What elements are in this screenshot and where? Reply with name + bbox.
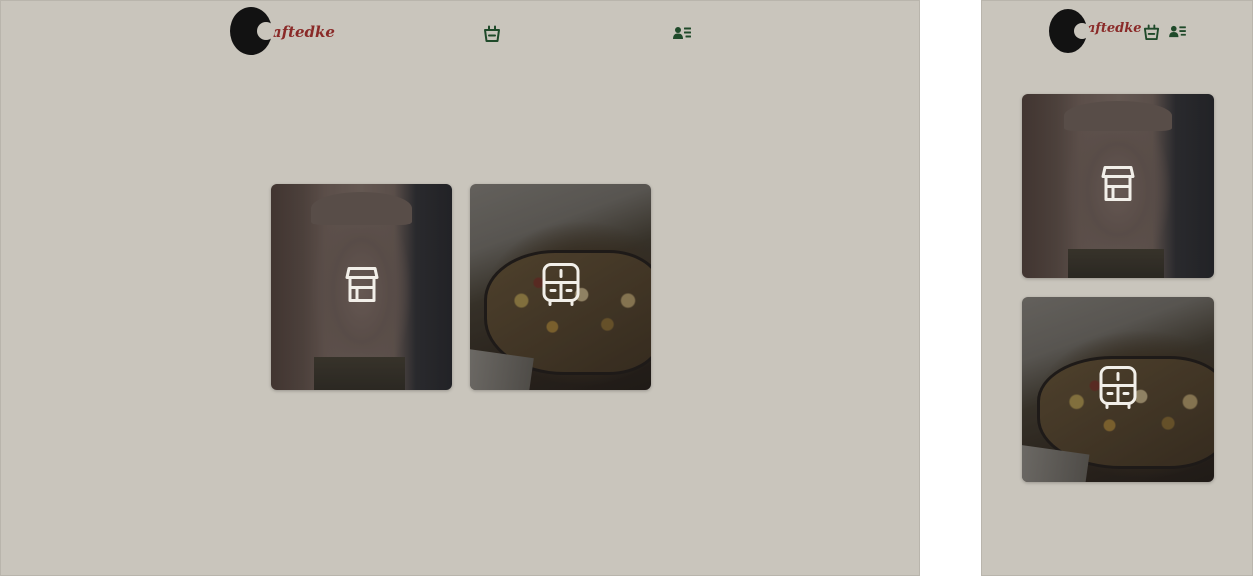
screenshot-stage: raftedke raftedke <box>0 0 1253 576</box>
mobile-category-card-clothing[interactable] <box>1022 94 1214 278</box>
category-card-clothing[interactable] <box>271 184 452 390</box>
storefront-icon <box>345 267 379 308</box>
mobile-logo-mark <box>1049 9 1090 53</box>
mobile-category-card-accessories[interactable] <box>1022 297 1214 482</box>
category-card-accessories[interactable] <box>470 184 651 390</box>
cabinet-icon <box>541 263 581 312</box>
mobile-viewport: raftedke <box>981 0 1253 576</box>
mobile-brand-logo[interactable]: raftedke <box>1049 9 1142 53</box>
user-list-icon[interactable] <box>673 26 691 40</box>
shopping-bag-icon[interactable] <box>483 24 501 43</box>
logo-mark <box>230 7 275 55</box>
mobile-user-list-icon[interactable] <box>1169 25 1186 38</box>
mobile-storefront-icon <box>1101 166 1135 207</box>
mobile-cabinet-icon <box>1098 365 1138 414</box>
brand-logo[interactable]: raftedke <box>230 7 335 55</box>
desktop-viewport: raftedke <box>0 0 920 576</box>
mobile-shopping-bag-icon[interactable] <box>1143 23 1160 41</box>
